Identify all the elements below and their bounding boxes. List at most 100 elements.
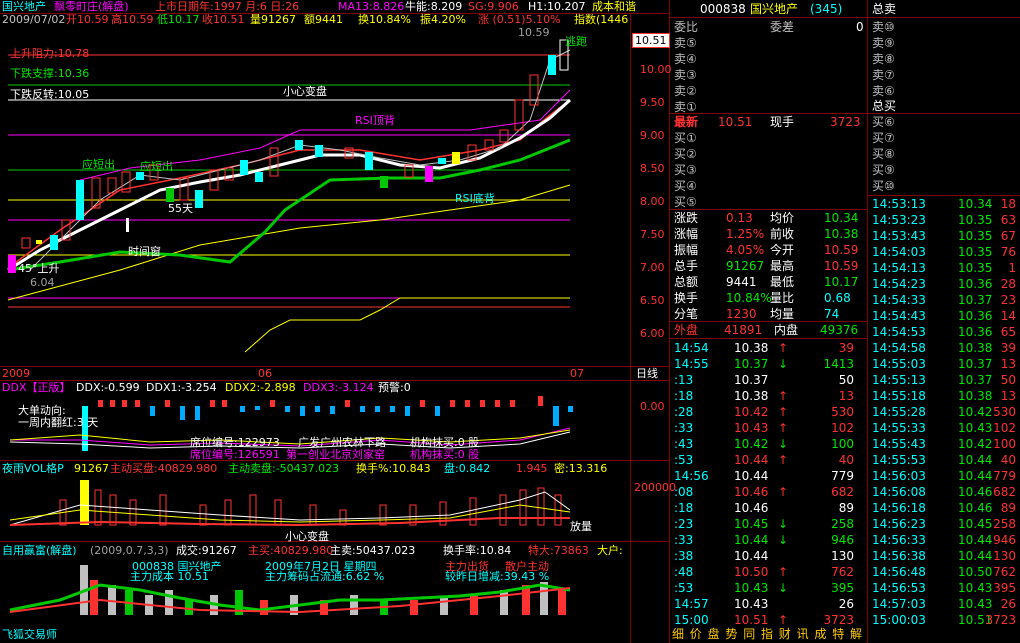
app-window: { "header":{"t1":"国兴地产","t2":"飘零町庄(解盘)",… bbox=[0, 0, 1020, 643]
depth-tick-row[interactable]: 14:54:23 10.36 28 bbox=[868, 276, 1018, 292]
depth-tick-row[interactable]: 14:54:43 10.36 14 bbox=[868, 308, 1018, 324]
tick-row[interactable]: :33 10.43 ↑ 102 bbox=[670, 420, 868, 436]
tick-price: 10.43 bbox=[734, 597, 769, 611]
tab-6[interactable]: 财 bbox=[779, 626, 791, 642]
tick-price: 10.45 bbox=[734, 517, 769, 531]
order-row[interactable]: 卖② bbox=[670, 83, 868, 99]
order-row[interactable]: 买② bbox=[670, 146, 868, 162]
tick-row[interactable]: :13 10.37 50 bbox=[670, 372, 868, 388]
tick-row[interactable]: :33 10.44 ↓ 946 bbox=[670, 532, 868, 548]
wc-label: 委差 bbox=[770, 20, 795, 34]
caution-label: 小心变盘 bbox=[283, 85, 327, 98]
depth-tick-row[interactable]: 14:53:43 10.35 67 bbox=[868, 228, 1018, 244]
order-row[interactable]: 买④ bbox=[670, 178, 868, 194]
depth-row[interactable]: 卖⑦ bbox=[868, 67, 1018, 83]
depth-row[interactable]: 卖⑥ bbox=[868, 83, 1018, 99]
tick-row[interactable]: :18 10.46 89 bbox=[670, 500, 868, 516]
depth-tick-row[interactable]: 15:00:03 10.51 3723 bbox=[868, 612, 1018, 628]
order-row[interactable]: 买⑤ bbox=[670, 194, 868, 210]
tab-9[interactable]: 特 bbox=[832, 626, 844, 642]
tab-2[interactable]: 盘 bbox=[708, 626, 720, 642]
tick-row[interactable]: :53 10.44 ↑ 40 bbox=[670, 452, 868, 468]
tick-volume: 130 bbox=[831, 549, 854, 563]
tab-8[interactable]: 成 bbox=[814, 626, 826, 642]
depth-tick-row[interactable]: 14:54:53 10.36 65 bbox=[868, 324, 1018, 340]
depth-tick-row[interactable]: 14:55:43 10.42 100 bbox=[868, 436, 1018, 452]
order-row[interactable]: 买① bbox=[670, 130, 868, 146]
tab-3[interactable]: 势 bbox=[725, 626, 737, 642]
order-row[interactable]: 买③ bbox=[670, 162, 868, 178]
depth-row[interactable]: 买⑧ bbox=[868, 146, 1018, 162]
vol-title[interactable]: 夜雨VOL格P bbox=[2, 462, 64, 475]
tick-row[interactable]: :23 10.45 ↓ 258 bbox=[670, 516, 868, 532]
tick-row[interactable]: :28 10.42 ↑ 530 bbox=[670, 404, 868, 420]
tab-10[interactable]: 解 bbox=[850, 626, 862, 642]
ddx-title[interactable]: DDX【正版】 bbox=[2, 381, 70, 394]
tick-row[interactable]: :38 10.44 130 bbox=[670, 548, 868, 564]
depth-qty: 28 bbox=[1000, 277, 1016, 291]
depth-price: 10.35 bbox=[958, 245, 993, 259]
depth-price: 10.44 bbox=[958, 453, 993, 467]
order-label: 卖① bbox=[674, 100, 697, 114]
stat-label: 量比 bbox=[770, 291, 795, 305]
tick-row[interactable]: 14:57 10.43 26 bbox=[670, 596, 868, 612]
tab-0[interactable]: 细 bbox=[672, 626, 684, 642]
tab-4[interactable]: 同 bbox=[743, 626, 755, 642]
order-row[interactable]: 卖⑤ bbox=[670, 35, 868, 51]
tick-row[interactable]: 14:55 10.37 ↓ 1413 bbox=[670, 356, 868, 372]
depth-tick-row[interactable]: 14:55:13 10.37 50 bbox=[868, 372, 1018, 388]
depth-tick-row[interactable]: 14:56:48 10.50 762 bbox=[868, 564, 1018, 580]
depth-tick-row[interactable]: 14:55:53 10.44 40 bbox=[868, 452, 1018, 468]
cost-title[interactable]: 自用赢富(解盘) bbox=[2, 544, 77, 557]
tick-row[interactable]: 14:56 10.44 779 bbox=[670, 468, 868, 484]
depth-tick-row[interactable]: 14:54:13 10.35 1 bbox=[868, 260, 1018, 276]
depth-tick-row[interactable]: 14:56:23 10.45 258 bbox=[868, 516, 1018, 532]
tick-volume: 50 bbox=[838, 373, 854, 387]
depth-row[interactable]: 买⑨ bbox=[868, 162, 1018, 178]
depth-tick-row[interactable]: 14:54:33 10.37 23 bbox=[868, 292, 1018, 308]
tick-row[interactable]: :53 10.43 ↓ 395 bbox=[670, 580, 868, 596]
depth-tick-row[interactable]: 14:56:53 10.43 395 bbox=[868, 580, 1018, 596]
depth-tick-row[interactable]: 14:56:18 10.46 89 bbox=[868, 500, 1018, 516]
depth-row[interactable]: 买⑩ bbox=[868, 178, 1018, 194]
depth-qty: 40 bbox=[1000, 453, 1016, 467]
support-label: 下跌支撑:10.36 bbox=[10, 67, 90, 80]
depth-tick-row[interactable]: 14:57:03 10.43 26 bbox=[868, 596, 1018, 612]
depth-row[interactable]: 卖⑧ bbox=[868, 51, 1018, 67]
depth-tick-row[interactable]: 14:56:33 10.44 946 bbox=[868, 532, 1018, 548]
depth-tick-row[interactable]: 14:54:58 10.38 39 bbox=[868, 340, 1018, 356]
tick-row[interactable]: :48 10.50 ↑ 762 bbox=[670, 564, 868, 580]
tab-1[interactable]: 价 bbox=[690, 626, 702, 642]
depth-time: 14:55:43 bbox=[872, 437, 926, 451]
tab-5[interactable]: 指 bbox=[761, 626, 773, 642]
main-cost: 主力成本 10.51 bbox=[130, 570, 209, 583]
depth-tick-row[interactable]: 14:54:03 10.35 76 bbox=[868, 244, 1018, 260]
depth-qty: 39 bbox=[1000, 341, 1016, 355]
depth-tick-row[interactable]: 14:53:23 10.35 63 bbox=[868, 212, 1018, 228]
depth-row[interactable]: 卖⑩ bbox=[868, 19, 1018, 35]
depth-row[interactable]: 买⑥ bbox=[868, 114, 1018, 130]
quote-code: 000838 bbox=[700, 2, 746, 16]
depth-tick-row[interactable]: 14:55:03 10.37 13 bbox=[868, 356, 1018, 372]
period-label[interactable]: 日线 bbox=[636, 367, 658, 380]
depth-tick-row[interactable]: 14:55:28 10.42 530 bbox=[868, 404, 1018, 420]
order-row[interactable]: 卖④ bbox=[670, 51, 868, 67]
tick-row[interactable]: :08 10.46 ↑ 682 bbox=[670, 484, 868, 500]
depth-row[interactable]: 买⑦ bbox=[868, 130, 1018, 146]
stat-value: 1230 bbox=[726, 307, 757, 321]
tab-7[interactable]: 讯 bbox=[797, 626, 809, 642]
depth-time: 14:56:33 bbox=[872, 533, 926, 547]
depth-tick-row[interactable]: 14:55:33 10.43 102 bbox=[868, 420, 1018, 436]
depth-tick-row[interactable]: 14:56:08 10.46 682 bbox=[868, 484, 1018, 500]
depth-tick-row[interactable]: 14:56:03 10.44 779 bbox=[868, 468, 1018, 484]
depth-price: 10.37 bbox=[958, 293, 993, 307]
depth-tick-row[interactable]: 14:56:38 10.44 130 bbox=[868, 548, 1018, 564]
order-row[interactable]: 卖③ bbox=[670, 67, 868, 83]
depth-tick-row[interactable]: 14:55:18 10.38 13 bbox=[868, 388, 1018, 404]
tick-row[interactable]: :18 10.38 ↑ 13 bbox=[670, 388, 868, 404]
depth-tick-row[interactable]: 14:53:13 10.34 18 bbox=[868, 196, 1018, 212]
tick-row[interactable]: 14:54 10.38 ↑ 39 bbox=[670, 340, 868, 356]
depth-row[interactable]: 卖⑨ bbox=[868, 35, 1018, 51]
tick-row[interactable]: :43 10.42 ↓ 100 bbox=[670, 436, 868, 452]
depth-price: 10.43 bbox=[958, 421, 993, 435]
